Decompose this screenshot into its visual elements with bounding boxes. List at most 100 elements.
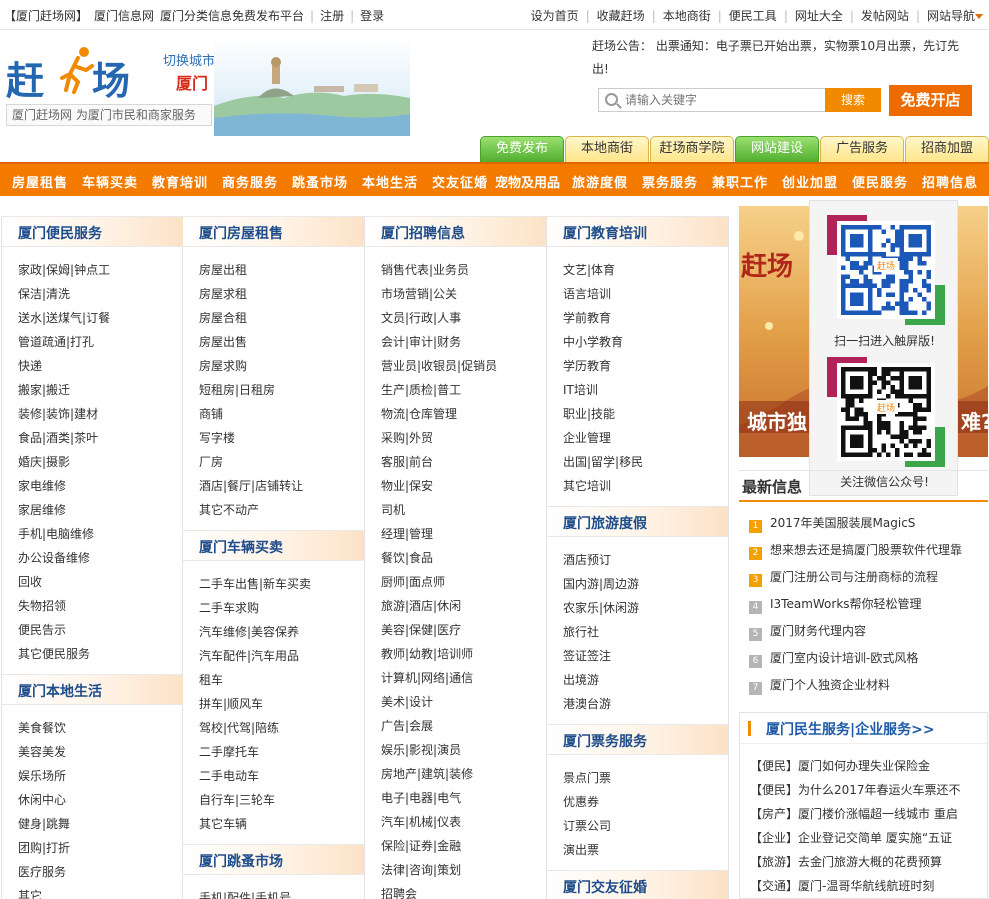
category-link[interactable]: 婚庆|摄影 [18,453,70,470]
category-link[interactable]: 优惠券 [563,793,599,810]
list-item[interactable]: 5 厦门财务代理内容 [749,622,866,641]
category-link[interactable]: 娱乐场所 [18,767,66,784]
category-link[interactable]: 文员|行政|人事 [381,309,461,326]
category-link[interactable]: 写字楼 [199,429,235,446]
category-link[interactable]: 汽车维修|美容保养 [199,623,299,640]
list-item[interactable]: 4 I3TeamWorks帮你轻松管理 [749,595,922,614]
tab-ad-service[interactable]: 广告服务 [820,136,904,162]
category-link[interactable]: 汽车配件|汽车用品 [199,647,299,664]
category-link[interactable]: 医疗服务 [18,863,66,880]
category-link[interactable]: 学前教育 [563,309,611,326]
category-link[interactable]: 二手车求购 [199,599,259,616]
nav-dating[interactable]: 交友征婚 [432,172,488,191]
category-link[interactable]: 保险|证券|金融 [381,837,461,854]
category-link[interactable]: 旅游|酒店|休闲 [381,597,461,614]
tab-free-post[interactable]: 免费发布 [480,136,564,162]
category-link[interactable]: 团购|打折 [18,839,70,856]
category-link[interactable]: 语言培训 [563,285,611,302]
category-link[interactable]: 酒店|餐厅|店铺转让 [199,477,303,494]
category-link[interactable]: 采购|外贸 [381,429,433,446]
category-link[interactable]: 教师|幼教|培训师 [381,645,473,662]
category-link[interactable]: 厂房 [199,453,223,470]
section-title[interactable]: 厦门跳蚤市场 [199,851,283,871]
nav-franchise[interactable]: 创业加盟 [782,172,838,191]
category-link[interactable]: 其它培训 [563,477,611,494]
nav-education[interactable]: 教育培训 [152,172,208,191]
tab-franchise[interactable]: 招商加盟 [905,136,989,162]
nav-travel[interactable]: 旅游度假 [572,172,628,191]
news-item[interactable]: 【房产】厦门楼价涨幅超一线城市 重启 [750,805,986,822]
category-link[interactable]: 商铺 [199,405,223,422]
category-link[interactable]: 其它不动产 [199,501,259,518]
category-link[interactable]: 美食餐饮 [18,719,66,736]
nav-housing[interactable]: 房屋租售 [12,172,68,191]
category-link[interactable]: 管道疏通|打孔 [18,333,94,350]
chevron-down-icon[interactable] [975,14,983,19]
category-link[interactable]: 休闲中心 [18,791,66,808]
section-title[interactable]: 厦门本地生活 [18,681,102,701]
category-link[interactable]: 健身|跳舞 [18,815,70,832]
section-title[interactable]: 厦门房屋租售 [199,223,283,243]
list-item[interactable]: 2 想来想去还是搞厦门股票软件代理靠 [749,541,962,560]
category-link[interactable]: 手机|配件|手机号 [199,889,291,899]
tab-local-street[interactable]: 本地商街 [565,136,649,162]
category-link[interactable]: 订票公司 [563,817,611,834]
nav-jobs[interactable]: 招聘信息 [922,172,978,191]
category-link[interactable]: 二手摩托车 [199,743,259,760]
site-logo[interactable]: 赶 场 [6,44,136,103]
category-link[interactable]: 美术|设计 [381,693,433,710]
category-link[interactable]: 快递 [18,357,42,374]
nav-tickets[interactable]: 票务服务 [642,172,698,191]
search-button[interactable]: 搜索 [825,88,881,112]
category-link[interactable]: 其它车辆 [199,815,247,832]
news-item[interactable]: 【交通】厦门-温哥华航线航班时刻 [750,877,986,894]
bookmark-link[interactable]: 收藏赶场 [597,9,645,23]
news-item[interactable]: 【便民】为什么2017年春运火车票还不 [750,781,986,798]
login-link[interactable]: 登录 [360,9,384,23]
list-item[interactable]: 7 厦门个人独资企业材料 [749,676,890,695]
category-link[interactable]: 租车 [199,671,223,688]
category-link[interactable]: 中小学教育 [563,333,623,350]
category-link[interactable]: 电子|电器|电气 [381,789,461,806]
category-link[interactable]: 自行车|三轮车 [199,791,275,808]
category-link[interactable]: 便民告示 [18,621,66,638]
category-link[interactable]: 营业员|收银员|促销员 [381,357,497,374]
category-link[interactable]: 经理|管理 [381,525,433,542]
category-link[interactable]: 二手车出售|新车买卖 [199,575,311,592]
category-link[interactable]: 食品|酒类|茶叶 [18,429,98,446]
category-link[interactable]: 生产|质检|普工 [381,381,461,398]
tab-site-building[interactable]: 网站建设 [735,136,819,162]
category-link[interactable]: 送水|送煤气|订餐 [18,309,110,326]
category-link[interactable]: 手机|电脑维修 [18,525,94,542]
tools-link[interactable]: 便民工具 [729,9,777,23]
news-item[interactable]: 【便民】厦门如何办理失业保险金 [750,757,986,774]
category-link[interactable]: 旅行社 [563,623,599,640]
section-title[interactable]: 厦门旅游度假 [563,513,647,533]
category-link[interactable]: 出境游 [563,671,599,688]
url-directory-link[interactable]: 网址大全 [795,9,843,23]
category-link[interactable]: 广告|会展 [381,717,433,734]
category-link[interactable]: 文艺|体育 [563,261,615,278]
site-name-link[interactable]: 【厦门赶场网】 [4,9,88,23]
category-link[interactable]: 搬家|搬迁 [18,381,70,398]
current-city[interactable]: 厦门 [176,70,208,94]
wechat-qr-code[interactable]: 赶场 [827,357,945,467]
local-street-link[interactable]: 本地商街 [663,9,711,23]
category-link[interactable]: 房屋出售 [199,333,247,350]
category-link[interactable]: 客服|前台 [381,453,433,470]
category-link[interactable]: 汽车|机械|仪表 [381,813,461,830]
category-link[interactable]: 计算机|网络|通信 [381,669,473,686]
nav-convenience[interactable]: 便民服务 [852,172,908,191]
category-link[interactable]: 回收 [18,573,42,590]
category-link[interactable]: 法律|咨询|策划 [381,861,461,878]
nav-pets[interactable]: 宠物及用品 [495,172,560,191]
nav-local-life[interactable]: 本地生活 [362,172,418,191]
section-title[interactable]: 厦门教育培训 [563,223,647,243]
section-title[interactable]: 厦门招聘信息 [381,223,465,243]
category-link[interactable]: 美容|保健|医疗 [381,621,461,638]
category-link[interactable]: 物流|仓库管理 [381,405,457,422]
category-link[interactable]: 房屋求租 [199,285,247,302]
category-link[interactable]: 农家乐|休闲游 [563,599,639,616]
category-link[interactable]: 景点门票 [563,769,611,786]
category-link[interactable]: 销售代表|业务员 [381,261,469,278]
